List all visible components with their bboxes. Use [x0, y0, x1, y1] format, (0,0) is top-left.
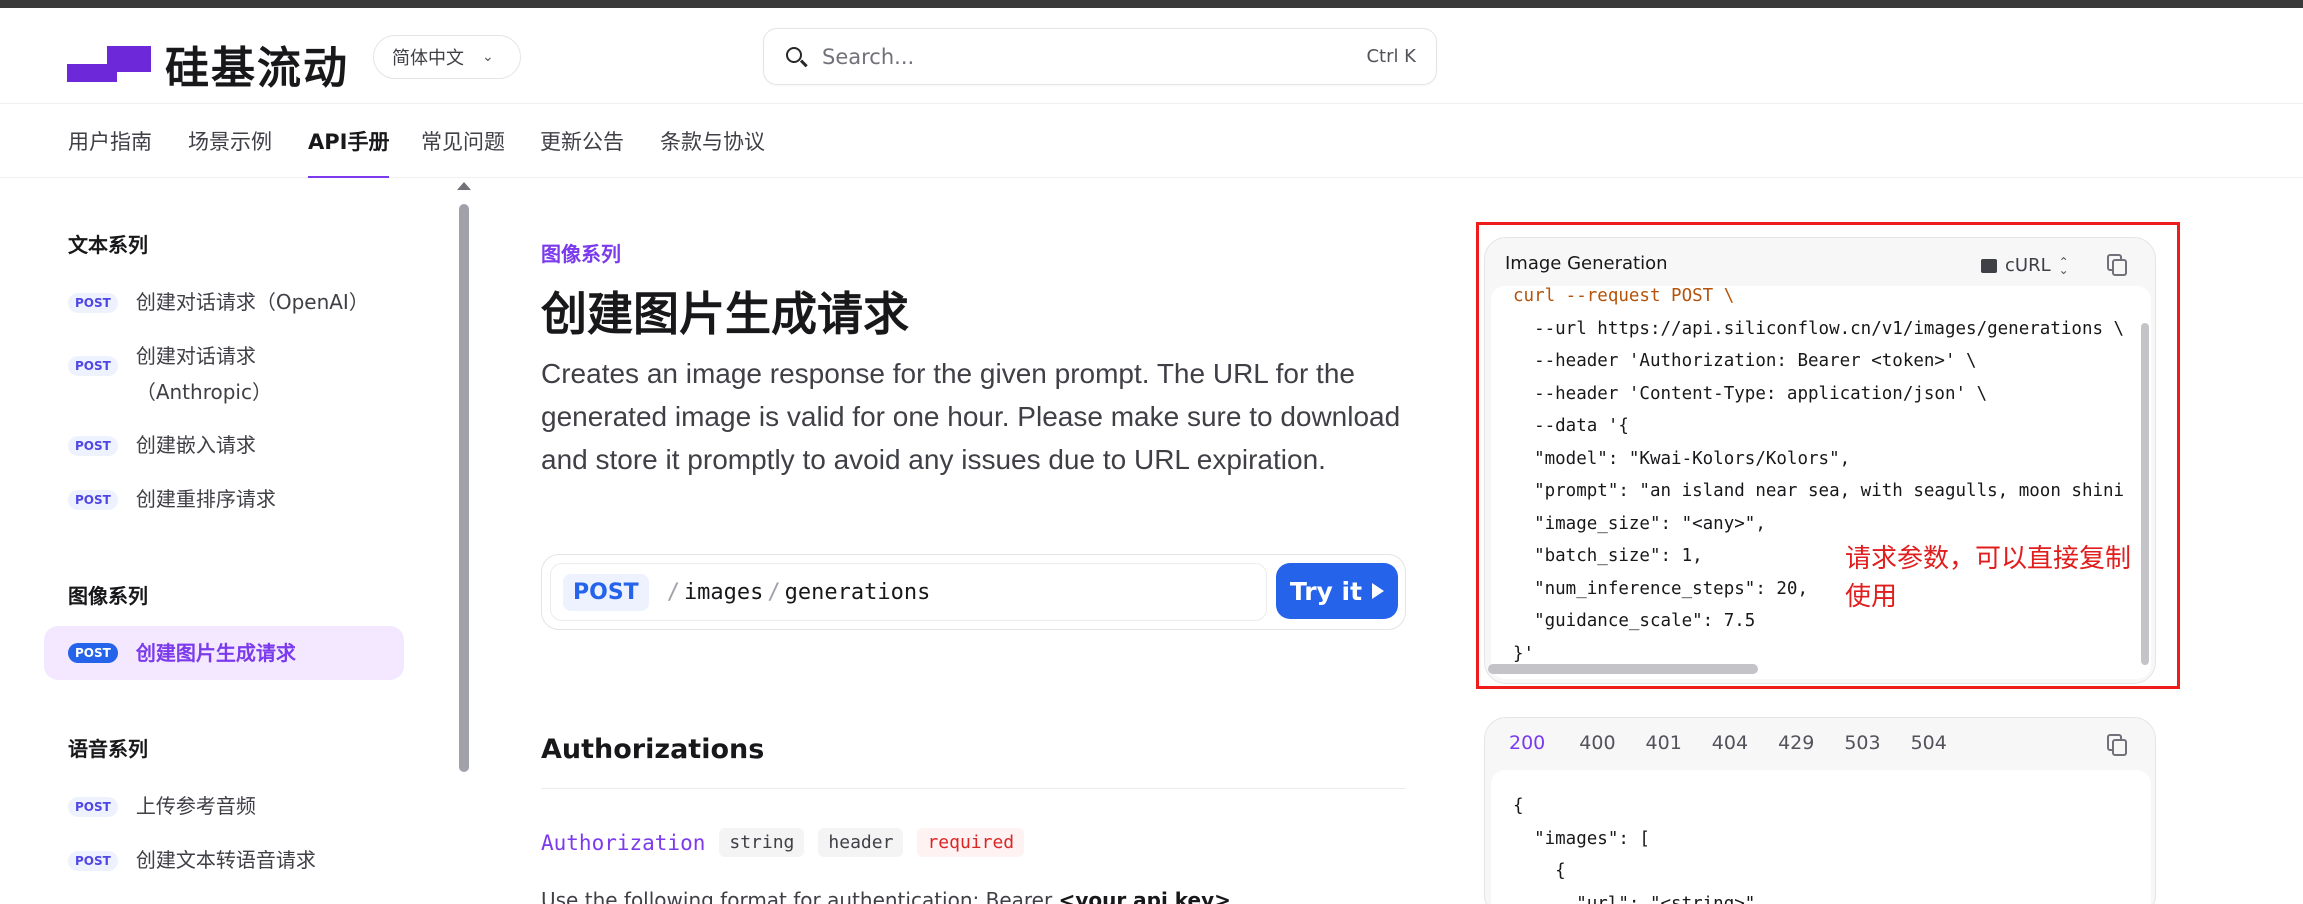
method-badge: POST	[563, 573, 649, 611]
sidebar-item-rerank[interactable]: POST 创建重排序请求	[44, 481, 404, 517]
copy-icon[interactable]	[2107, 734, 2127, 756]
post-badge: POST	[68, 797, 118, 817]
tab-status-504[interactable]: 504	[1911, 732, 1947, 772]
sidebar-item-label: 创建对话请求 （Anthropic）	[136, 338, 272, 410]
logo[interactable]: 硅基流动	[67, 32, 349, 96]
tab-status-200[interactable]: 200	[1505, 732, 1550, 772]
window-top-strip	[0, 0, 2303, 8]
try-it-label: Try it	[1289, 576, 1363, 606]
sidebar-item-embeddings[interactable]: POST 创建嵌入请求	[44, 427, 404, 463]
param-location-chip: header	[818, 828, 904, 857]
language-select[interactable]: 简体中文 ⌄	[373, 35, 521, 79]
tab-status-404[interactable]: 404	[1712, 732, 1748, 772]
post-badge: POST	[68, 293, 118, 313]
path-separator: /	[666, 579, 680, 605]
endpoint-path: / images / generations	[663, 580, 931, 605]
search-bar[interactable]: Search... Ctrl K	[763, 28, 1437, 85]
sidebar-item-label: 创建嵌入请求	[135, 433, 256, 457]
path-separator: /	[767, 579, 781, 605]
search-shortcut: Ctrl K	[1366, 46, 1416, 67]
param-desc-text: Use the following format for authenticat…	[541, 888, 1059, 904]
endpoint-path-box[interactable]: POST / images / generations	[550, 563, 1267, 621]
post-badge: POST	[68, 356, 118, 376]
sidebar-item-label: 创建重排序请求	[135, 487, 276, 511]
endpoint-bar: POST / images / generations Try it	[541, 554, 1406, 630]
post-badge: POST	[68, 643, 118, 663]
label-line-1: 创建对话请求	[135, 344, 256, 368]
tab-scenarios[interactable]: 场景示例	[188, 126, 272, 178]
post-badge: POST	[68, 490, 118, 510]
response-lines: { "images": [ { "url": "<string>"	[1513, 790, 1755, 904]
try-it-button[interactable]: Try it	[1276, 563, 1398, 619]
sidebar-item-label: 创建图片生成请求	[135, 641, 296, 665]
search-placeholder: Search...	[822, 44, 915, 69]
tab-faq[interactable]: 常见问题	[421, 126, 505, 178]
tab-api-reference[interactable]: API手册	[308, 126, 390, 178]
annotation-highlight-box	[1476, 222, 2180, 689]
response-example-panel: 200 400 401 404 429 503 504 { "images": …	[1484, 717, 2156, 904]
code-line: {	[1513, 796, 1524, 816]
sidebar-item-chat-anthropic[interactable]: POST 创建对话请求 （Anthropic）	[44, 338, 404, 410]
path-segment: images	[683, 579, 764, 605]
tab-user-guide[interactable]: 用户指南	[68, 126, 152, 178]
page-description: Creates an image response for the given …	[541, 358, 1401, 475]
sidebar-scrollbar[interactable]	[459, 204, 469, 772]
param-type-chip: string	[719, 828, 805, 857]
code-line: "images": [	[1513, 828, 1650, 849]
param-description: Use the following format for authenticat…	[541, 888, 1231, 904]
search-icon	[784, 45, 808, 69]
response-code-block: { "images": [ { "url": "<string>"	[1491, 770, 2151, 904]
tab-status-400[interactable]: 400	[1579, 732, 1615, 772]
tab-terms[interactable]: 条款与协议	[660, 126, 765, 178]
post-badge: POST	[68, 436, 118, 456]
path-segment: generations	[784, 579, 931, 605]
site-header: 硅基流动 简体中文 ⌄ Search... Ctrl K	[0, 8, 2303, 104]
play-icon	[1372, 583, 1385, 599]
sidebar-heading-audio: 语音系列	[68, 737, 148, 761]
page-title: 创建图片生成请求	[541, 287, 909, 341]
chevron-down-icon: ⌄	[482, 49, 494, 65]
annotation-note: 请求参数，可以直接复制使用	[1845, 544, 2132, 612]
sidebar-heading-image: 图像系列	[68, 584, 148, 608]
sidebar-heading-text: 文本系列	[68, 233, 148, 257]
post-badge: POST	[68, 851, 118, 871]
label-line-2: （Anthropic）	[135, 380, 272, 404]
top-nav: 用户指南 场景示例 API手册 常见问题 更新公告 条款与协议	[0, 104, 2303, 178]
code-line: {	[1513, 861, 1566, 881]
param-required-chip: required	[917, 828, 1025, 857]
breadcrumb-category: 图像系列	[541, 242, 621, 266]
tab-status-503[interactable]: 503	[1844, 732, 1880, 772]
code-line: "url": "<string>"	[1513, 893, 1756, 904]
logo-text: 硅基流动	[165, 43, 349, 94]
sidebar-item-upload-audio[interactable]: POST 上传参考音频	[44, 788, 404, 824]
param-name: Authorization	[541, 830, 706, 855]
param-desc-bold: <your api key>	[1058, 888, 1231, 904]
tab-changelog[interactable]: 更新公告	[540, 126, 624, 178]
scroll-up-arrow-icon[interactable]	[457, 182, 471, 190]
sidebar-item-label: 上传参考音频	[135, 794, 256, 818]
sidebar-item-chat-openai[interactable]: POST 创建对话请求（OpenAI）	[44, 284, 404, 320]
tab-status-401[interactable]: 401	[1646, 732, 1682, 772]
language-label: 简体中文	[392, 48, 464, 69]
divider	[541, 788, 1406, 789]
sidebar-item-image-generation[interactable]: POST 创建图片生成请求	[44, 626, 404, 680]
sidebar-item-label: 创建对话请求（OpenAI）	[135, 290, 369, 314]
param-row: Authorization string header required	[541, 828, 1025, 857]
sidebar-item-label: 创建文本转语音请求	[135, 848, 316, 872]
logo-mark-icon	[67, 44, 151, 84]
sidebar-item-tts[interactable]: POST 创建文本转语音请求	[44, 842, 404, 878]
tab-status-429[interactable]: 429	[1778, 732, 1814, 772]
authorizations-heading: Authorizations	[541, 734, 765, 765]
response-status-tabs: 200 400 401 404 429 503 504	[1505, 732, 1977, 772]
